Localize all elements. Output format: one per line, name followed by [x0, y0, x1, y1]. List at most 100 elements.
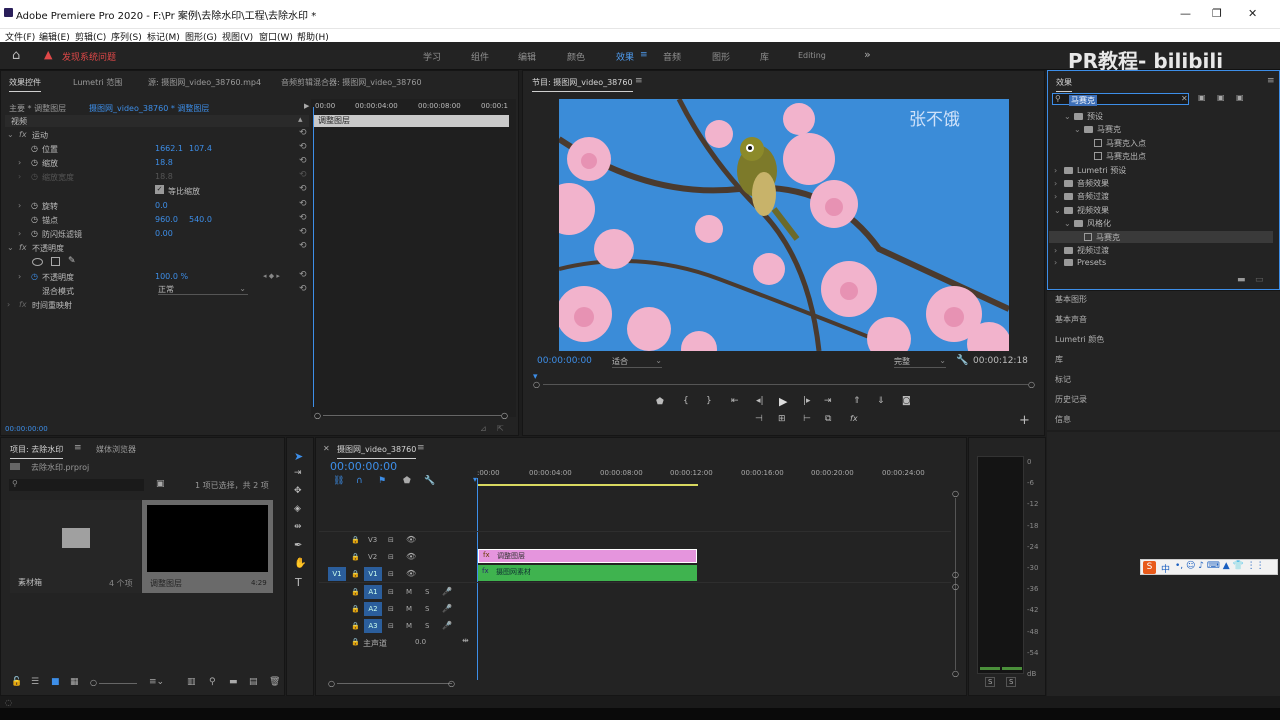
rotation-value[interactable]: 0.0 [155, 201, 168, 210]
stopwatch-icon[interactable]: ◷ [31, 229, 38, 238]
chevron-right-icon[interactable]: › [1054, 192, 1064, 201]
mute-button[interactable]: M [406, 622, 412, 630]
close-tab-icon[interactable]: ✕ [323, 444, 330, 453]
rectangle-mask-icon[interactable] [51, 257, 60, 266]
ws-audio[interactable]: 音频 [663, 50, 681, 63]
section-lumetri-color[interactable]: Lumetri 颜色 [1055, 334, 1104, 345]
overwrite-icon[interactable]: ⊢ [803, 414, 811, 424]
master-clip-label[interactable]: 主要 * 调整图层 [9, 103, 66, 114]
go-to-in-icon[interactable]: ⇤ [731, 396, 739, 406]
fx-toggle-icon[interactable]: fx [850, 414, 858, 423]
mark-out-icon[interactable]: } [706, 396, 712, 406]
sync-icon[interactable]: ⊟ [388, 553, 394, 561]
flicker-expand-icon[interactable]: › [18, 229, 21, 238]
panel-menu-icon[interactable]: ≡ [1267, 76, 1275, 86]
ws-more-icon[interactable]: » [864, 48, 871, 61]
chevron-down-icon[interactable]: ⌄ [1054, 206, 1064, 215]
tab-effect-controls[interactable]: 效果控件 [9, 77, 41, 92]
filter-icon[interactable]: ⊿ [480, 424, 487, 433]
lock-icon[interactable]: 🔒 [351, 536, 360, 544]
sync-icon[interactable]: ⊟ [388, 605, 394, 613]
project-search-input[interactable]: ⚲ [9, 479, 144, 491]
sequence-clip-label[interactable]: 摄图网_video_38760 * 调整图层 [89, 103, 209, 114]
solo-button[interactable]: S [425, 605, 429, 613]
program-timecode[interactable]: 00:00:00:00 [537, 356, 592, 366]
bin-thumbnail[interactable]: 素材箱 4 个项 [10, 500, 141, 593]
sort-icon[interactable]: ≡⌄ [149, 677, 164, 687]
ws-color[interactable]: 颜色 [567, 50, 585, 63]
rotation-reset-icon[interactable]: ⟲ [299, 199, 307, 209]
panel-menu-icon[interactable]: ≡ [635, 76, 643, 86]
close-button[interactable]: ✕ [1248, 7, 1257, 20]
go-to-out-icon[interactable]: ⇥ [824, 396, 832, 406]
chevron-down-icon[interactable]: ⌄ [1074, 125, 1084, 134]
scroll-handle-icon[interactable]: ○ [952, 489, 959, 498]
fx-icon[interactable]: fx [19, 130, 27, 139]
chevron-right-icon[interactable]: › [1054, 179, 1064, 188]
playhead[interactable] [313, 107, 314, 407]
chevron-down-icon[interactable]: ⌄ [1064, 219, 1074, 228]
ws-editing-en[interactable]: Editing [798, 51, 826, 60]
ripple-edit-tool-icon[interactable]: ✥ [294, 486, 302, 496]
section-info[interactable]: 信息 [1055, 414, 1071, 425]
lock-icon[interactable]: 🔒 [351, 622, 360, 630]
lock-icon[interactable]: 🔒 [351, 588, 360, 596]
new-item-icon[interactable]: ▤ [249, 677, 258, 687]
selection-tool-icon[interactable]: ➤ [294, 450, 303, 463]
scroll-handle-icon[interactable]: ○ [501, 411, 508, 420]
eye-icon[interactable]: 👁 [406, 535, 416, 544]
scroll-handle-icon[interactable]: ○ [533, 380, 540, 389]
new-bin-icon[interactable]: ▬ [229, 677, 238, 687]
tab-project[interactable]: 项目: 去除水印 [10, 444, 64, 459]
ws-libraries[interactable]: 库 [760, 50, 769, 63]
wrench-icon[interactable]: 🔧 [956, 355, 968, 366]
freeform-view-icon[interactable]: ▦ [70, 677, 79, 687]
fx-icon[interactable]: fx [19, 243, 27, 252]
effects-tree-item[interactable]: › Lumetri 预设 [1054, 165, 1126, 176]
list-view-icon[interactable]: ☰ [31, 677, 39, 687]
effects-tree-item[interactable]: › 视频过渡 [1054, 245, 1109, 256]
uniform-scale-checkbox[interactable]: ✓ [155, 185, 164, 194]
tab-source[interactable]: 源: 摄图网_video_38760.mp4 [148, 77, 261, 88]
scale-expand-icon[interactable]: › [18, 158, 21, 167]
hand-tool-icon[interactable]: ✋ [294, 558, 306, 569]
ime-mode[interactable]: 中 [1161, 562, 1170, 575]
motion-expand-icon[interactable]: ⌄ [7, 130, 14, 139]
solo-left-button[interactable]: S [985, 677, 996, 687]
sync-icon[interactable]: ⊟ [388, 588, 394, 596]
mic-icon[interactable]: 🎤 [442, 621, 452, 630]
trim-icon[interactable]: ⊣ [755, 414, 763, 424]
mark-in-icon[interactable]: { [683, 396, 689, 406]
uniform-reset-icon[interactable]: ⟲ [299, 184, 307, 194]
export-frame-icon[interactable]: ◙ [902, 396, 911, 406]
add-button-icon[interactable]: + [1019, 413, 1030, 428]
delete-icon[interactable]: ▭ [1255, 275, 1264, 285]
chevron-right-icon[interactable]: › [1054, 246, 1064, 255]
zoom-slider[interactable] [99, 683, 137, 684]
timeline-timecode[interactable]: 00:00:00:00 [330, 460, 397, 473]
sequence-tab[interactable]: 摄图网_video_38760 [337, 444, 417, 459]
panel-menu-icon[interactable]: ≡ [74, 443, 82, 453]
pen-tool-icon[interactable]: ✒ [294, 540, 302, 551]
step-forward-icon[interactable]: |▸ [803, 396, 811, 406]
anchor-x-value[interactable]: 960.0 [155, 215, 178, 224]
effects-tree-item[interactable]: ⌄ 视频效果 [1054, 205, 1109, 216]
maximize-button[interactable]: ❐ [1212, 7, 1222, 20]
razor-tool-icon[interactable]: ◈ [294, 504, 301, 514]
effects-title[interactable]: 效果 [1056, 77, 1072, 92]
effects-tree-item[interactable]: ⌄ 风格化 [1064, 218, 1111, 229]
scroll-handle-icon[interactable]: ○ [952, 570, 959, 579]
solo-button[interactable]: S [425, 588, 429, 596]
effects-tree-item[interactable]: ⌄ 马赛克 [1074, 124, 1121, 135]
snap-icon[interactable]: ∩ [356, 476, 363, 486]
program-title[interactable]: 节目: 摄图网_video_38760 [532, 77, 633, 92]
scroll-handle-icon[interactable]: ○ [1028, 380, 1035, 389]
effects-tree-item[interactable]: › 音频效果 [1054, 178, 1109, 189]
effects-tree-item[interactable]: 马赛克入点 [1084, 138, 1146, 149]
ws-assembly[interactable]: 组件 [471, 50, 489, 63]
pen-mask-icon[interactable]: ✎ [68, 256, 76, 266]
work-area-bar[interactable] [478, 484, 698, 486]
flicker-value[interactable]: 0.00 [155, 229, 173, 238]
solo-right-button[interactable]: S [1006, 677, 1017, 687]
mute-button[interactable]: M [406, 588, 412, 596]
